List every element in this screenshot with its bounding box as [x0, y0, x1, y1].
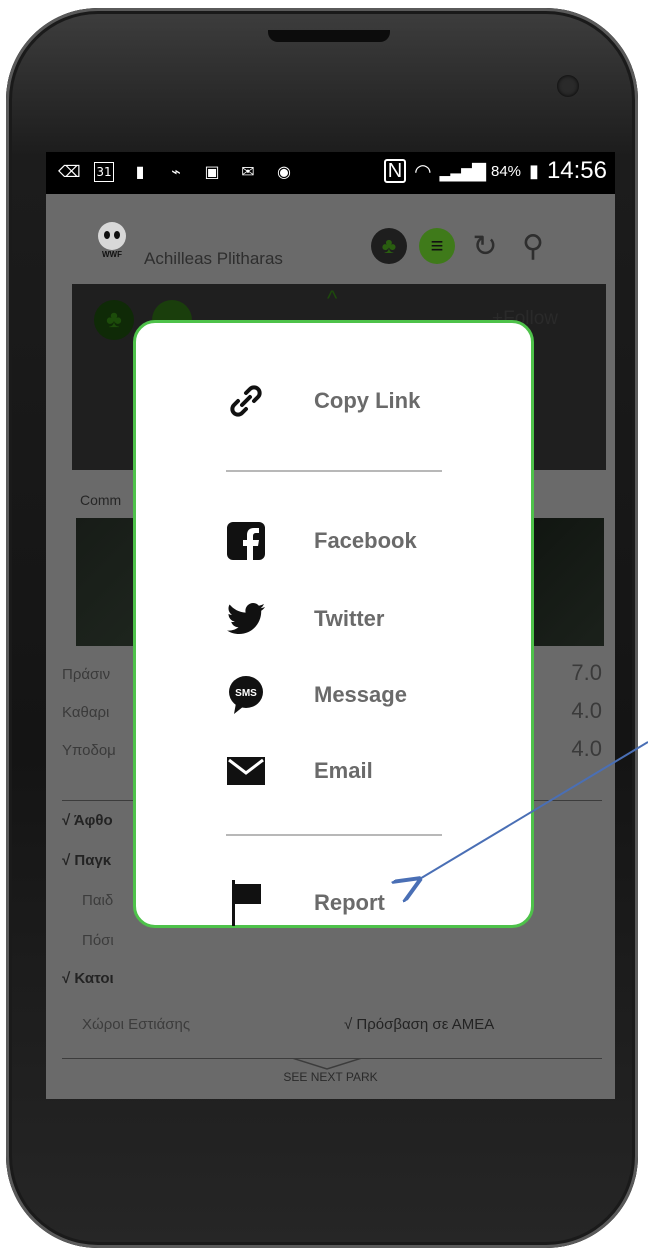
sms-icon: SMS	[226, 675, 266, 715]
see-next-park-button[interactable]: SEE NEXT PARK	[46, 1070, 615, 1084]
chevron-down-icon	[292, 1058, 362, 1070]
tree-badge-icon: ♣	[94, 300, 134, 340]
share-menu-dialog: Copy Link Facebook Twitter SMS Message E…	[133, 320, 534, 928]
feature-item: Χώροι Εστιάσης	[82, 1016, 191, 1033]
feature-item: √ Πρόσβαση σε ΑΜΕΑ	[344, 1016, 495, 1033]
battery-percent: 84%	[491, 162, 522, 180]
back-icon: ⌫	[58, 162, 81, 181]
clock: 14:56	[546, 157, 607, 184]
status-bar: ⌫ 31 ▮ ⌁ ▣ ✉ ◉ N ◠ ▂▃▅▇ 84% ▮ 14:56	[46, 152, 615, 194]
menu-divider	[226, 470, 442, 472]
search-icon[interactable]: ⚲	[515, 228, 551, 264]
twitter-option[interactable]: Twitter	[226, 599, 384, 639]
message-option[interactable]: SMS Message	[226, 675, 407, 715]
nfc-icon: N	[383, 159, 407, 183]
feature-item: √ Κατοι	[62, 970, 114, 987]
chevron-up-icon: ^	[327, 286, 338, 311]
battery-charge-icon: ▮	[135, 162, 145, 181]
calendar-icon: 31	[94, 162, 114, 182]
username: Achilleas Plitharas	[144, 249, 283, 268]
app-header: WWF Achilleas Plitharas ♣ ≡ ↻ ⚲	[46, 194, 615, 278]
link-icon	[226, 381, 266, 421]
feature-item: Πόσι	[82, 932, 114, 949]
front-camera	[557, 75, 579, 97]
chat-icon: ▣	[204, 162, 220, 181]
flag-icon	[226, 880, 266, 926]
shazam-icon: ◉	[277, 162, 291, 181]
earpiece-speaker	[268, 30, 390, 42]
comments-label: Comm	[80, 492, 122, 508]
facebook-icon	[226, 521, 266, 561]
refresh-icon[interactable]: ↻	[467, 228, 503, 264]
mail-icon: ✉	[241, 162, 255, 181]
menu-divider	[226, 834, 442, 836]
menu-icon[interactable]: ≡	[419, 228, 455, 264]
feature-item: Παιδ	[82, 892, 114, 909]
panda-icon	[98, 222, 126, 250]
signal-icon: ▂▃▅▇	[439, 160, 486, 181]
report-option[interactable]: Report	[226, 880, 385, 926]
leaf-icon: ⌁	[171, 162, 181, 181]
feature-item: √ Παγκ	[62, 852, 112, 869]
twitter-icon	[226, 599, 266, 639]
wwf-logo: WWF	[96, 222, 128, 264]
tree-icon[interactable]: ♣	[371, 228, 407, 264]
svg-text:SMS: SMS	[235, 688, 257, 699]
feature-item: √ Άφθο	[62, 812, 113, 829]
battery-icon: ▮	[529, 160, 539, 181]
email-option[interactable]: Email	[226, 751, 373, 791]
email-icon	[226, 751, 266, 791]
copy-link-option[interactable]: Copy Link	[226, 381, 420, 421]
facebook-option[interactable]: Facebook	[226, 521, 417, 561]
wifi-icon: ◠	[414, 160, 432, 183]
